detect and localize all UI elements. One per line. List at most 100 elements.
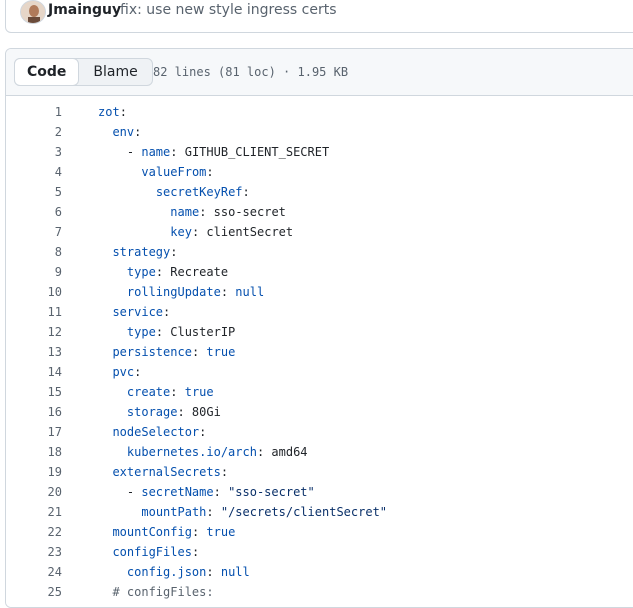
line-number[interactable]: 20: [6, 482, 62, 502]
yaml-key: null: [235, 285, 265, 299]
yaml-string: "sso-secret": [228, 485, 315, 499]
yaml-key: kubernetes.io/arch: [126, 445, 257, 459]
yaml-text: :: [242, 185, 250, 199]
line-number[interactable]: 12: [6, 322, 62, 342]
code-text: zot:: [98, 102, 127, 122]
yaml-key: config.json: [126, 565, 207, 579]
line-number[interactable]: 19: [6, 462, 62, 482]
code-text: kubernetes.io/arch: amd64: [127, 442, 308, 462]
code-line: 24 config.json: null: [6, 562, 633, 582]
latest-commit-bar: Jmainguy fix: use new style ingress cert…: [5, 0, 633, 33]
yaml-text: :: [134, 125, 142, 139]
code-line: 12 type: ClusterIP: [6, 322, 633, 342]
code-text: mountConfig: true: [112, 522, 235, 542]
yaml-key: configFiles: [112, 545, 192, 559]
yaml-text: :: [220, 285, 236, 299]
yaml-key: secretKeyRef: [155, 185, 243, 199]
yaml-text: :: [191, 345, 207, 359]
line-number[interactable]: 25: [6, 582, 62, 602]
yaml-key: true: [184, 385, 214, 399]
code-text: - secretName: "sso-secret": [127, 482, 315, 502]
code-line: 16 storage: 80Gi: [6, 402, 633, 422]
line-number[interactable]: 11: [6, 302, 62, 322]
yaml-text: : Recreate: [155, 265, 229, 279]
file-info: 82 lines (81 loc) · 1.95 KB: [153, 65, 349, 79]
yaml-key: true: [206, 525, 236, 539]
code-line: 17 nodeSelector:: [6, 422, 633, 442]
code-text: - name: GITHUB_CLIENT_SECRET: [127, 142, 329, 162]
yaml-key: valueFrom: [141, 165, 207, 179]
yaml-key: secretName: [141, 485, 214, 499]
line-number[interactable]: 24: [6, 562, 62, 582]
yaml-text: : ClusterIP: [155, 325, 236, 339]
yaml-key: rollingUpdate: [126, 285, 221, 299]
code-line: 4 valueFrom:: [6, 162, 633, 182]
yaml-key: name: [141, 145, 171, 159]
code-text: # configFiles:: [112, 582, 213, 602]
code-text: persistence: true: [112, 342, 235, 362]
line-number[interactable]: 5: [6, 182, 62, 202]
code-line: 5 secretKeyRef:: [6, 182, 633, 202]
line-number[interactable]: 18: [6, 442, 62, 462]
code-text: env:: [112, 122, 141, 142]
code-line: 1 zot:: [6, 102, 633, 122]
view-mode-toggle: Code Blame: [14, 58, 153, 86]
code-line: 21 mountPath: "/secrets/clientSecret": [6, 502, 633, 522]
commit-message-link[interactable]: fix: use new style ingress certs: [120, 2, 337, 18]
yaml-key: pvc: [112, 365, 135, 379]
code-line: 15 create: true: [6, 382, 633, 402]
code-text: valueFrom:: [141, 162, 213, 182]
line-number[interactable]: 3: [6, 142, 62, 162]
yaml-key: env: [112, 125, 135, 139]
yaml-text: :: [206, 165, 214, 179]
line-number[interactable]: 14: [6, 362, 62, 382]
line-number[interactable]: 10: [6, 282, 62, 302]
file-viewer: Code Blame 82 lines (81 loc) · 1.95 KB 1…: [5, 48, 633, 608]
yaml-text: : amd64: [256, 445, 308, 459]
yaml-text: :: [199, 425, 207, 439]
line-number[interactable]: 23: [6, 542, 62, 562]
code-area[interactable]: 1 zot: 2 env: 3- name: GITHUB_CLIENT_SECRET 4…: [6, 96, 633, 607]
yaml-text: :: [191, 525, 207, 539]
line-number[interactable]: 17: [6, 422, 62, 442]
yaml-key: nodeSelector: [112, 425, 200, 439]
line-number[interactable]: 7: [6, 222, 62, 242]
line-number[interactable]: 6: [6, 202, 62, 222]
code-text: nodeSelector:: [112, 422, 206, 442]
line-number[interactable]: 21: [6, 502, 62, 522]
yaml-key: true: [206, 345, 236, 359]
yaml-key: name: [170, 205, 200, 219]
code-tab[interactable]: Code: [14, 58, 80, 86]
commit-author-link[interactable]: Jmainguy: [48, 2, 121, 18]
yaml-key: type: [126, 265, 156, 279]
yaml-text: :: [206, 505, 221, 519]
code-line: 19 externalSecrets:: [6, 462, 633, 482]
yaml-text: : clientSecret: [191, 225, 294, 239]
line-number[interactable]: 1: [6, 102, 62, 122]
line-number[interactable]: 13: [6, 342, 62, 362]
yaml-key: strategy: [112, 245, 171, 259]
yaml-key: type: [126, 325, 156, 339]
code-line: 9 type: Recreate: [6, 262, 633, 282]
yaml-text: :: [170, 245, 178, 259]
code-text: type: Recreate: [127, 262, 228, 282]
code-line: 20 - secretName: "sso-secret": [6, 482, 633, 502]
line-number[interactable]: 22: [6, 522, 62, 542]
author-avatar[interactable]: [20, 0, 46, 24]
line-number[interactable]: 4: [6, 162, 62, 182]
line-number[interactable]: 9: [6, 262, 62, 282]
blame-tab[interactable]: Blame: [79, 59, 151, 85]
line-number[interactable]: 2: [6, 122, 62, 142]
yaml-text: :: [213, 485, 229, 499]
code-text: name: sso-secret: [170, 202, 286, 222]
code-text: mountPath: "/secrets/clientSecret": [141, 502, 387, 522]
code-text: secretKeyRef:: [156, 182, 250, 202]
yaml-text: -: [126, 145, 142, 159]
code-line: 3 - name: GITHUB_CLIENT_SECRET: [6, 142, 633, 162]
line-number[interactable]: 8: [6, 242, 62, 262]
line-number[interactable]: 16: [6, 402, 62, 422]
code-text: rollingUpdate: null: [127, 282, 264, 302]
line-number[interactable]: 15: [6, 382, 62, 402]
yaml-string: "/secrets/clientSecret": [220, 505, 388, 519]
code-line: 23 configFiles:: [6, 542, 633, 562]
